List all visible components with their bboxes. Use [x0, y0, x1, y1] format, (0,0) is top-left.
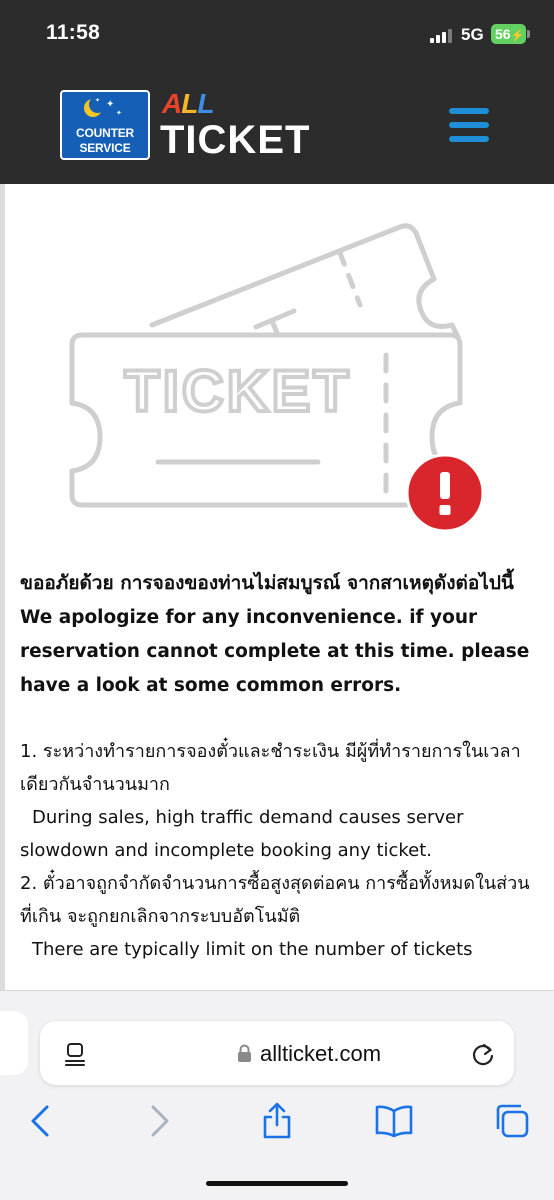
battery-tip [527, 30, 530, 38]
tabs-icon[interactable] [492, 1101, 532, 1141]
forward-icon[interactable] [140, 1101, 180, 1141]
lock-icon [238, 1044, 251, 1062]
cs-logo-line1: COUNTER [76, 126, 134, 140]
reason-2-thai: 2. ตั๋วอาจถูกจำกัดจำนวนการซื้อสูงสุดต่อค… [20, 873, 530, 927]
previous-tab-card[interactable] [0, 1011, 28, 1075]
cs-logo-line2: SERVICE [79, 141, 131, 155]
brand-ticket[interactable]: TICKET [160, 118, 310, 163]
page-menu-icon[interactable] [64, 1042, 86, 1066]
signal-icon [430, 27, 454, 43]
reason-1-english: During sales, high traffic demand causes… [20, 807, 464, 861]
reason-2-english: There are typically limit on the number … [32, 939, 473, 960]
menu-button[interactable] [449, 108, 489, 144]
status-bar: 11:58 5G 56⚡ [0, 0, 554, 66]
page-scroll-edge [0, 184, 5, 990]
site-header: ✦ ✦ ✦ COUNTER SERVICE ALL TICKET [0, 66, 554, 184]
url-text: allticket.com [260, 1041, 382, 1066]
reason-1-thai: 1. ระหว่างทำรายการจองตั๋วและชำระเงิน มีผ… [20, 741, 521, 795]
error-message: ขออภัยด้วย การจองของท่านไม่สมบูรณ์ จากสา… [20, 568, 540, 966]
battery-level: 56 [495, 26, 511, 42]
status-time: 11:58 [46, 21, 101, 44]
thai-apology-title: ขออภัยด้วย การจองของท่านไม่สมบูรณ์ จากสา… [20, 572, 514, 594]
network-label: 5G [461, 25, 484, 44]
bookmarks-icon[interactable] [374, 1101, 414, 1141]
share-icon[interactable] [257, 1101, 297, 1141]
reload-icon[interactable] [470, 1041, 496, 1067]
browser-nav-toolbar [0, 1101, 554, 1151]
ticket-error-illustration: TICKET [69, 223, 485, 533]
home-indicator [206, 1181, 348, 1186]
english-apology-title: We apologize for any inconvenience. if y… [20, 607, 530, 696]
address-bar[interactable]: allticket.com [40, 1021, 514, 1085]
brand-all-text: ALL [162, 88, 214, 119]
counter-service-logo[interactable]: ✦ ✦ ✦ COUNTER SERVICE [60, 90, 150, 160]
battery-icon: 56⚡ [491, 24, 526, 44]
ticket-word: TICKET [124, 359, 351, 424]
brand-all[interactable]: ALL [162, 88, 214, 120]
back-icon[interactable] [20, 1101, 60, 1141]
browser-toolbar: allticket.com [0, 990, 554, 1200]
